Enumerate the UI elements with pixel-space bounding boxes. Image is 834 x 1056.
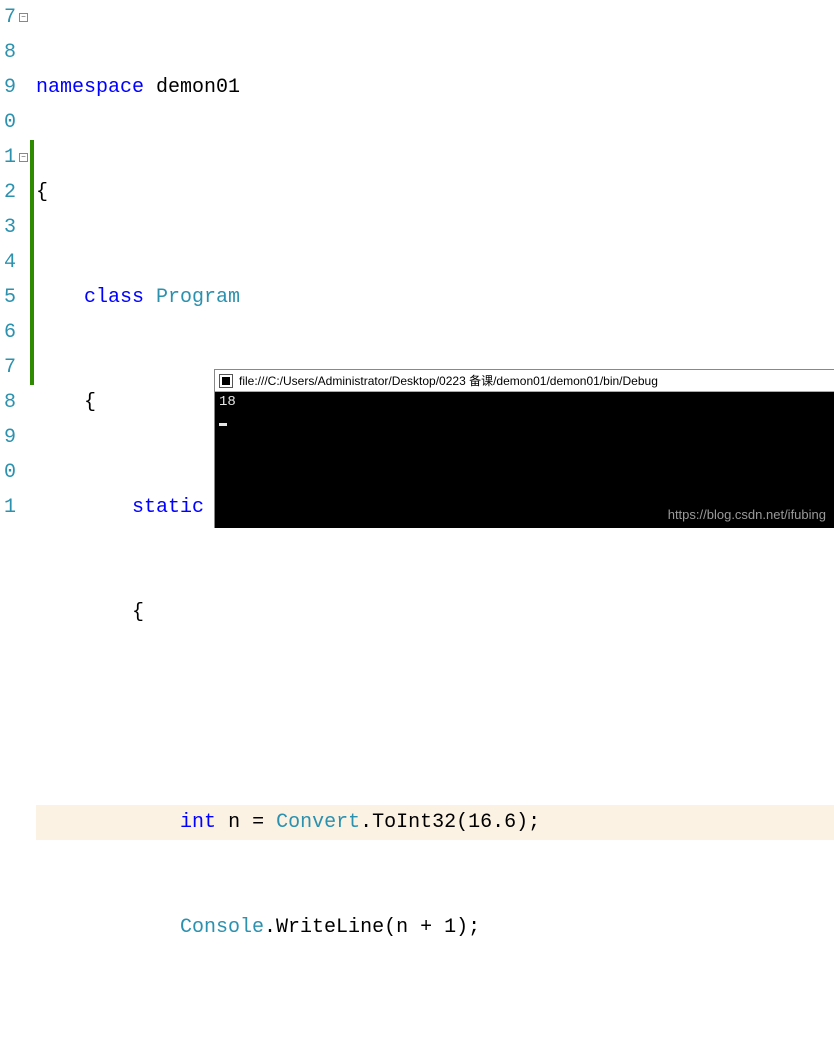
line-number: 1 (0, 140, 16, 175)
code-line[interactable]: Console.WriteLine(n + 1); (36, 910, 834, 945)
fold-toggle-icon[interactable]: − (19, 13, 28, 22)
watermark-text: https://blog.csdn.net/ifubing (668, 507, 826, 522)
line-number: 7 (0, 350, 16, 385)
line-number-gutter: 7 8 9 0 1 2 3 4 5 6 7 8 9 0 1 (0, 0, 18, 528)
console-window[interactable]: file:///C:/Users/Administrator/Desktop/0… (214, 369, 834, 528)
console-title: file:///C:/Users/Administrator/Desktop/0… (239, 372, 658, 389)
line-number: 4 (0, 245, 16, 280)
line-number: 8 (0, 385, 16, 420)
line-number: 9 (0, 70, 16, 105)
console-cursor (219, 423, 227, 426)
code-line[interactable]: { (36, 175, 834, 210)
line-number: 1 (0, 490, 16, 525)
line-number: 6 (0, 315, 16, 350)
console-output-line: 18 (219, 394, 830, 410)
code-line[interactable]: { (36, 595, 834, 630)
line-number: 9 (0, 420, 16, 455)
line-number: 8 (0, 35, 16, 70)
line-number: 3 (0, 210, 16, 245)
code-line[interactable]: class Program (36, 280, 834, 315)
code-line[interactable] (36, 700, 834, 735)
fold-column: − − (18, 0, 30, 528)
line-number: 7 (0, 0, 16, 35)
console-titlebar[interactable]: file:///C:/Users/Administrator/Desktop/0… (215, 370, 834, 392)
change-indicator-bar (30, 0, 34, 528)
code-line[interactable] (36, 1015, 834, 1050)
line-number: 2 (0, 175, 16, 210)
code-line[interactable]: namespace demon01 (36, 70, 834, 105)
console-app-icon (219, 374, 233, 388)
fold-toggle-icon[interactable]: − (19, 153, 28, 162)
line-number: 0 (0, 455, 16, 490)
line-number: 0 (0, 105, 16, 140)
line-number: 5 (0, 280, 16, 315)
code-line-highlighted[interactable]: int n = Convert.ToInt32(16.6); (36, 805, 834, 840)
console-output-area[interactable]: 18 (215, 392, 834, 428)
change-mark (30, 140, 34, 385)
